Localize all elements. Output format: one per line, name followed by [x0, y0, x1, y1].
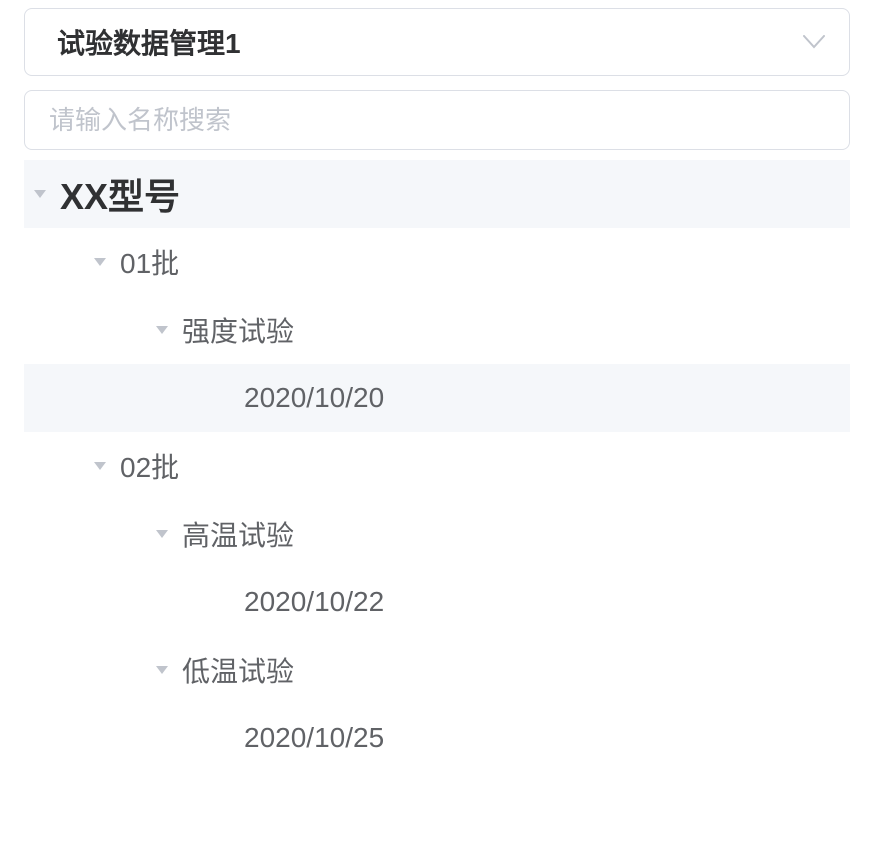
caret-down-icon	[156, 326, 168, 334]
caret-down-icon	[156, 530, 168, 538]
caret-down-icon	[34, 190, 46, 198]
tree-node-date[interactable]: 2020/10/25	[24, 704, 850, 772]
search-input[interactable]	[25, 91, 849, 149]
chevron-down-icon	[803, 35, 825, 49]
category-select[interactable]: 试验数据管理1	[24, 8, 850, 76]
caret-down-icon	[94, 258, 106, 266]
tree-node-test[interactable]: 高温试验	[24, 500, 850, 568]
tree-node-label: 01批	[120, 242, 179, 282]
search-container	[24, 90, 850, 150]
tree-node-batch[interactable]: 01批	[24, 228, 850, 296]
tree-node-label: 强度试验	[182, 310, 294, 350]
tree-node-label: 高温试验	[182, 514, 294, 554]
caret-down-icon	[156, 666, 168, 674]
tree-node-label: 2020/10/20	[244, 382, 384, 414]
caret-down-icon	[94, 462, 106, 470]
tree-node-test[interactable]: 强度试验	[24, 296, 850, 364]
tree-node-root[interactable]: XX型号	[24, 160, 850, 228]
tree-node-label: XX型号	[60, 168, 180, 220]
tree-node-date[interactable]: 2020/10/22	[24, 568, 850, 636]
category-select-value: 试验数据管理1	[57, 22, 241, 62]
tree-node-batch[interactable]: 02批	[24, 432, 850, 500]
tree-node-label: 2020/10/22	[244, 586, 384, 618]
tree-node-test[interactable]: 低温试验	[24, 636, 850, 704]
tree-view: XX型号 01批 强度试验 2020/10/20 02批 高温试验 2020/1…	[24, 160, 850, 772]
tree-node-label: 低温试验	[182, 650, 294, 690]
tree-node-label: 2020/10/25	[244, 722, 384, 754]
tree-node-label: 02批	[120, 446, 179, 486]
tree-node-date[interactable]: 2020/10/20	[24, 364, 850, 432]
